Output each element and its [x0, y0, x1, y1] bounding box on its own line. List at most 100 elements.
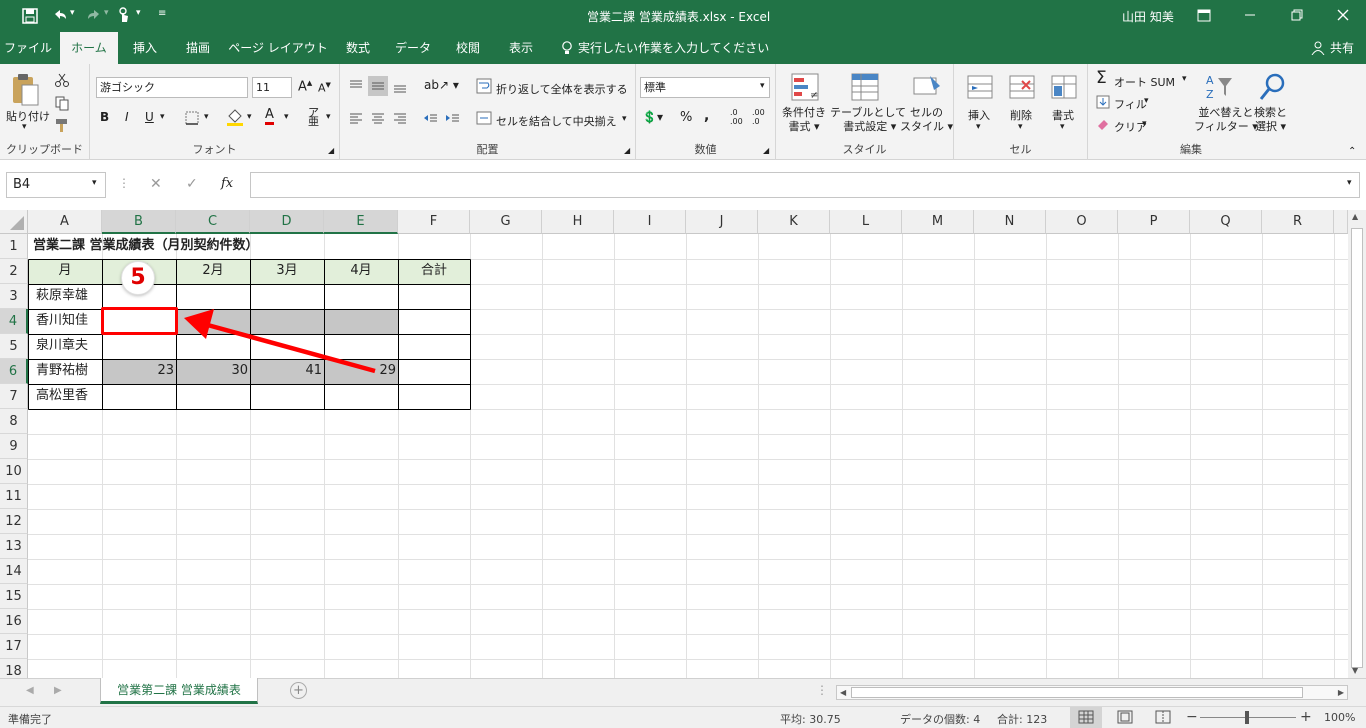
find-select-button[interactable]: 検索と 選択 ▾ — [1254, 106, 1287, 134]
col-header-m[interactable]: M — [902, 210, 974, 234]
tab-draw[interactable]: 描画 — [174, 32, 222, 64]
scroll-right-icon[interactable]: ▶ — [1338, 686, 1344, 700]
confirm-entry-icon[interactable]: ✓ — [186, 176, 198, 192]
row-header-18[interactable]: 18 — [0, 659, 28, 678]
page-break-view-icon[interactable] — [1154, 709, 1172, 725]
status-average[interactable]: 平均: 30.75 — [780, 711, 841, 727]
align-right-icon[interactable] — [392, 110, 408, 126]
expand-formula-icon[interactable]: ▾ — [1347, 178, 1352, 188]
increase-font-icon[interactable]: A▲ — [298, 79, 312, 94]
paste-button[interactable]: 貼り付け — [6, 108, 50, 124]
increase-indent-icon[interactable] — [444, 110, 460, 126]
merge-center-button[interactable]: セルを結合して中央揃え — [496, 113, 617, 129]
col-header-l[interactable]: L — [830, 210, 902, 234]
wrap-text-button[interactable]: 折り返して全体を表示する — [496, 81, 628, 97]
decrease-font-icon[interactable]: A▼ — [318, 81, 331, 95]
col-header-p[interactable]: P — [1118, 210, 1190, 234]
alignment-dialog-launcher-icon[interactable]: ◢ — [624, 146, 630, 155]
italic-button[interactable]: I — [125, 110, 129, 124]
header-feb[interactable]: 2月 — [176, 259, 250, 283]
scroll-down-icon[interactable]: ▼ — [1352, 666, 1358, 675]
col-header-g[interactable]: G — [470, 210, 542, 234]
tab-file[interactable]: ファイル — [0, 32, 56, 64]
col-header-o[interactable]: O — [1046, 210, 1118, 234]
row-header-10[interactable]: 10 — [0, 459, 28, 484]
paste-dropdown-icon[interactable]: ▾ — [22, 122, 27, 132]
fill-dropdown-icon[interactable]: ▾ — [1144, 96, 1149, 106]
format-as-table-icon[interactable] — [850, 72, 880, 102]
col-header-k[interactable]: K — [758, 210, 830, 234]
name-cell[interactable]: 萩原幸雄 — [36, 284, 88, 308]
col-header-q[interactable]: Q — [1190, 210, 1262, 234]
font-color-icon[interactable]: A — [265, 108, 274, 125]
scroll-up-icon[interactable]: ▲ — [1352, 212, 1358, 221]
percent-icon[interactable]: % — [680, 110, 692, 125]
insert-cells-button[interactable]: 挿入 — [968, 107, 990, 123]
ribbon-display-options-icon[interactable] — [1197, 9, 1211, 22]
horizontal-scrollbar[interactable]: ◀ ▶ — [836, 685, 1348, 700]
increase-decimal-icon[interactable]: .0.00 — [730, 108, 743, 126]
bold-button[interactable]: B — [100, 110, 109, 124]
row-header-13[interactable]: 13 — [0, 534, 28, 559]
format-painter-icon[interactable] — [54, 117, 70, 133]
eraser-icon[interactable] — [1096, 117, 1110, 131]
close-icon[interactable] — [1336, 8, 1350, 22]
wrap-text-icon[interactable] — [476, 78, 492, 94]
tell-me-input[interactable]: 実行したい作業を入力してください — [578, 32, 769, 64]
orientation-icon[interactable]: ab↗ ▾ — [424, 78, 459, 92]
autosum-icon[interactable]: Σ — [1096, 68, 1107, 88]
cut-icon[interactable] — [54, 72, 70, 88]
zoom-level[interactable]: 100% — [1324, 711, 1355, 724]
tab-data[interactable]: データ — [388, 32, 438, 64]
tab-review[interactable]: 校閲 — [444, 32, 492, 64]
vertical-scrollbar[interactable]: ▲ ▼ — [1348, 210, 1366, 678]
scroll-left-icon[interactable]: ◀ — [840, 686, 846, 700]
format-cells-icon[interactable] — [1050, 72, 1078, 102]
comma-icon[interactable]: , — [704, 108, 709, 124]
col-header-h[interactable]: H — [542, 210, 614, 234]
zoom-out-icon[interactable]: − — [1186, 709, 1198, 725]
format-as-table-button[interactable]: テーブルとして 書式設定 ▾ — [830, 106, 906, 134]
horizontal-scroll-thumb[interactable] — [851, 687, 1303, 698]
touch-mode-icon[interactable] — [116, 7, 132, 25]
name-box[interactable]: B4 — [6, 172, 106, 198]
undo-dropdown-icon[interactable]: ▾ — [70, 8, 75, 18]
next-sheet-icon[interactable]: ▶ — [54, 685, 62, 696]
decrease-indent-icon[interactable] — [422, 110, 438, 126]
font-name-combo[interactable]: 游ゴシック — [96, 77, 248, 98]
align-left-icon[interactable] — [348, 110, 364, 126]
name-cell[interactable]: 高松里香 — [36, 384, 88, 408]
worksheet-grid[interactable]: A B C D E F G H I J K L M N O P Q R 1 2 … — [0, 210, 1348, 678]
sheet-tab-active[interactable]: 営業第二課 営業成績表 — [100, 678, 258, 704]
align-bottom-icon[interactable] — [392, 78, 408, 94]
header-total[interactable]: 合計 — [398, 259, 470, 283]
prev-sheet-icon[interactable]: ◀ — [26, 685, 34, 696]
tab-page-layout[interactable]: ページ レイアウト — [228, 32, 328, 64]
sort-filter-icon[interactable]: AZ — [1204, 72, 1234, 102]
merge-dropdown-icon[interactable]: ▾ — [622, 114, 627, 124]
borders-icon[interactable] — [184, 110, 200, 126]
fill-icon[interactable] — [1096, 95, 1110, 109]
redo-icon[interactable] — [86, 8, 102, 24]
insert-cells-icon[interactable] — [966, 72, 994, 102]
zoom-in-icon[interactable]: + — [1300, 709, 1312, 725]
cell-styles-icon[interactable] — [912, 72, 942, 102]
insert-dropdown-icon[interactable]: ▾ — [976, 122, 981, 132]
cancel-entry-icon[interactable]: ✕ — [150, 176, 162, 192]
name-box-dropdown-icon[interactable]: ▾ — [92, 178, 97, 188]
insert-function-icon[interactable]: fx — [221, 176, 233, 191]
number-format-dropdown-icon[interactable]: ▾ — [760, 81, 765, 91]
number-dialog-launcher-icon[interactable]: ◢ — [763, 146, 769, 155]
header-month[interactable]: 月 — [28, 259, 102, 283]
delete-cells-button[interactable]: 削除 — [1010, 107, 1032, 123]
row-header-11[interactable]: 11 — [0, 484, 28, 509]
header-apr[interactable]: 4月 — [324, 259, 398, 283]
row-header-17[interactable]: 17 — [0, 634, 28, 659]
row-header-9[interactable]: 9 — [0, 434, 28, 459]
collapse-ribbon-icon[interactable]: ⌃ — [1348, 146, 1356, 157]
touch-dropdown-icon[interactable]: ▾ — [136, 8, 141, 18]
page-layout-view-icon[interactable] — [1116, 709, 1134, 725]
currency-icon[interactable]: 💲▾ — [642, 110, 663, 124]
align-middle-icon[interactable] — [368, 76, 388, 96]
tab-insert[interactable]: 挿入 — [122, 32, 168, 64]
